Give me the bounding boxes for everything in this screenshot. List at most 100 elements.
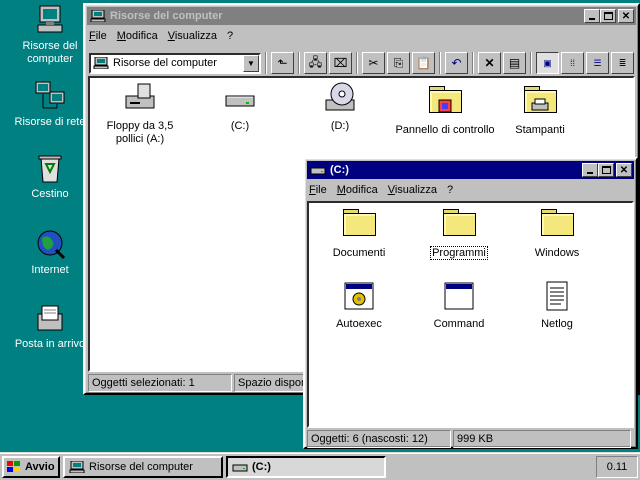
desktop-icon-internet[interactable]: Internet — [8, 228, 92, 277]
list-icon: ☰ — [593, 57, 602, 68]
menu-edit[interactable]: Modifica — [337, 184, 378, 196]
hard-drive-icon — [232, 464, 248, 471]
desktop-icon-label: Risorse di rete — [14, 116, 86, 128]
title-bar[interactable]: Risorse del computer ✕ — [87, 7, 636, 25]
up-folder-icon: ⬑ — [277, 56, 288, 70]
item-label: Command — [433, 318, 485, 330]
properties-button[interactable]: ▤ — [503, 52, 526, 74]
toolbar-separator — [530, 52, 532, 74]
folder-item[interactable]: Windows — [509, 205, 605, 260]
desktop-icon-recycle-bin[interactable]: Cestino — [8, 152, 92, 201]
hard-drive-icon — [224, 82, 256, 114]
task-drive-c[interactable]: (C:) — [226, 455, 386, 478]
desktop-icon-label: Cestino — [31, 188, 69, 200]
status-bar: Oggetti: 6 (nascosti: 12) 999 KB — [307, 430, 633, 448]
window-title: Risorse del computer — [110, 10, 223, 22]
window-drive-c: (C:) ✕ File Modifica Visualizza ? Docume… — [303, 157, 638, 449]
large-icons-button[interactable]: ▣ — [536, 52, 559, 74]
menu-view[interactable]: Visualizza — [168, 30, 217, 42]
inbox-icon — [34, 302, 66, 334]
item-label: Documenti — [332, 247, 386, 259]
drive-c-item[interactable]: (C:) — [192, 82, 288, 133]
item-label: Autoexec — [336, 318, 382, 330]
app-window-icon — [443, 280, 475, 312]
paste-icon: 📋 — [416, 56, 431, 70]
cd-drive-icon — [324, 82, 356, 114]
hard-drive-icon — [310, 167, 326, 175]
menu-bar: File Modifica Visualizza ? — [305, 181, 636, 199]
file-item[interactable]: Netlog — [509, 280, 605, 331]
close-button[interactable]: ✕ — [616, 163, 632, 177]
computer-icon — [34, 4, 66, 36]
start-label: Avvio — [25, 460, 55, 473]
cut-button[interactable]: ✂ — [362, 52, 385, 74]
file-item[interactable]: Command — [411, 280, 507, 331]
computer-icon — [93, 57, 109, 69]
small-icons-button[interactable]: ⁞⁞ — [561, 52, 584, 74]
toolbar-separator — [439, 52, 441, 74]
status-objects: Oggetti: 6 (nascosti: 12) — [307, 430, 451, 448]
disconnect-drive-icon: ⌧ — [333, 56, 348, 70]
drive-d-item[interactable]: (D:) — [292, 82, 388, 133]
map-drive-button[interactable]: 🖧 — [304, 52, 327, 74]
file-item[interactable]: Autoexec — [311, 280, 407, 331]
undo-button[interactable]: ↶ — [445, 52, 468, 74]
minimize-button[interactable] — [584, 9, 600, 23]
folder-view[interactable]: Documenti Programmi Windows Autoexec Com… — [307, 201, 634, 428]
map-drive-icon: 🖧 — [308, 54, 323, 69]
maximize-icon — [603, 12, 613, 20]
delete-icon: ✕ — [484, 56, 495, 70]
folder-item[interactable]: Programmi — [411, 205, 507, 260]
computer-icon — [69, 460, 85, 473]
copy-button[interactable]: ⎘ — [387, 52, 410, 74]
title-bar[interactable]: (C:) ✕ — [307, 161, 634, 179]
task-label: Risorse del computer — [89, 460, 193, 473]
control-panel-icon — [429, 86, 462, 118]
menu-file[interactable]: File — [89, 30, 107, 42]
item-label: Programmi — [430, 246, 488, 260]
desktop-icon-my-computer[interactable]: Risorse del computer — [8, 4, 92, 66]
task-my-computer[interactable]: Risorse del computer — [63, 455, 223, 478]
menu-help[interactable]: ? — [227, 30, 233, 42]
computer-icon — [90, 10, 106, 22]
menu-edit[interactable]: Modifica — [117, 30, 158, 42]
chevron-down-icon[interactable]: ▼ — [243, 54, 259, 72]
disconnect-drive-button[interactable]: ⌧ — [329, 52, 352, 74]
desktop-icon-inbox[interactable]: Posta in arrivo — [8, 302, 92, 351]
start-button[interactable]: Avvio — [2, 455, 60, 478]
undo-icon: ↶ — [451, 56, 462, 70]
delete-button[interactable]: ✕ — [478, 52, 501, 74]
desktop-icon-network[interactable]: Risorse di rete — [8, 80, 92, 129]
drive-a-item[interactable]: Floppy da 3,5 pollici (A:) — [92, 82, 188, 146]
toolbar: Risorse del computer ▼ ⬑ 🖧 ⌧ ✂ ⎘ 📋 ↶ ✕ ▤… — [89, 50, 634, 76]
minimize-button[interactable] — [582, 163, 598, 177]
paste-button[interactable]: 📋 — [412, 52, 435, 74]
printers-item[interactable]: Stampanti — [492, 82, 588, 137]
toolbar-separator — [356, 52, 358, 74]
menu-help[interactable]: ? — [447, 184, 453, 196]
up-folder-button[interactable]: ⬑ — [271, 52, 294, 74]
menu-view[interactable]: Visualizza — [388, 184, 437, 196]
folder-icon — [541, 209, 574, 241]
details-view-button[interactable]: ≣ — [611, 52, 634, 74]
address-value: Risorse del computer — [113, 57, 217, 69]
list-view-button[interactable]: ☰ — [586, 52, 609, 74]
desktop-icon-label: Internet — [31, 264, 69, 276]
item-label: (C:) — [230, 120, 250, 132]
control-panel-item[interactable]: Pannello di controllo — [390, 82, 500, 137]
folder-item[interactable]: Documenti — [311, 205, 407, 260]
system-tray: 0.11 — [596, 455, 638, 478]
menu-file[interactable]: File — [309, 184, 327, 196]
status-space: Spazio disponibile: 1,00 GB — [234, 374, 304, 392]
close-button[interactable]: ✕ — [618, 9, 634, 23]
maximize-icon — [601, 166, 611, 174]
maximize-button[interactable] — [600, 9, 616, 23]
folder-icon — [443, 209, 476, 241]
floppy-drive-icon — [124, 82, 156, 114]
clock[interactable]: 0.11 — [607, 461, 628, 473]
toolbar-separator — [298, 52, 300, 74]
maximize-button[interactable] — [598, 163, 614, 177]
menu-bar: File Modifica Visualizza ? — [85, 27, 638, 45]
close-icon: ✕ — [621, 10, 631, 22]
address-combo[interactable]: Risorse del computer ▼ — [89, 52, 261, 74]
